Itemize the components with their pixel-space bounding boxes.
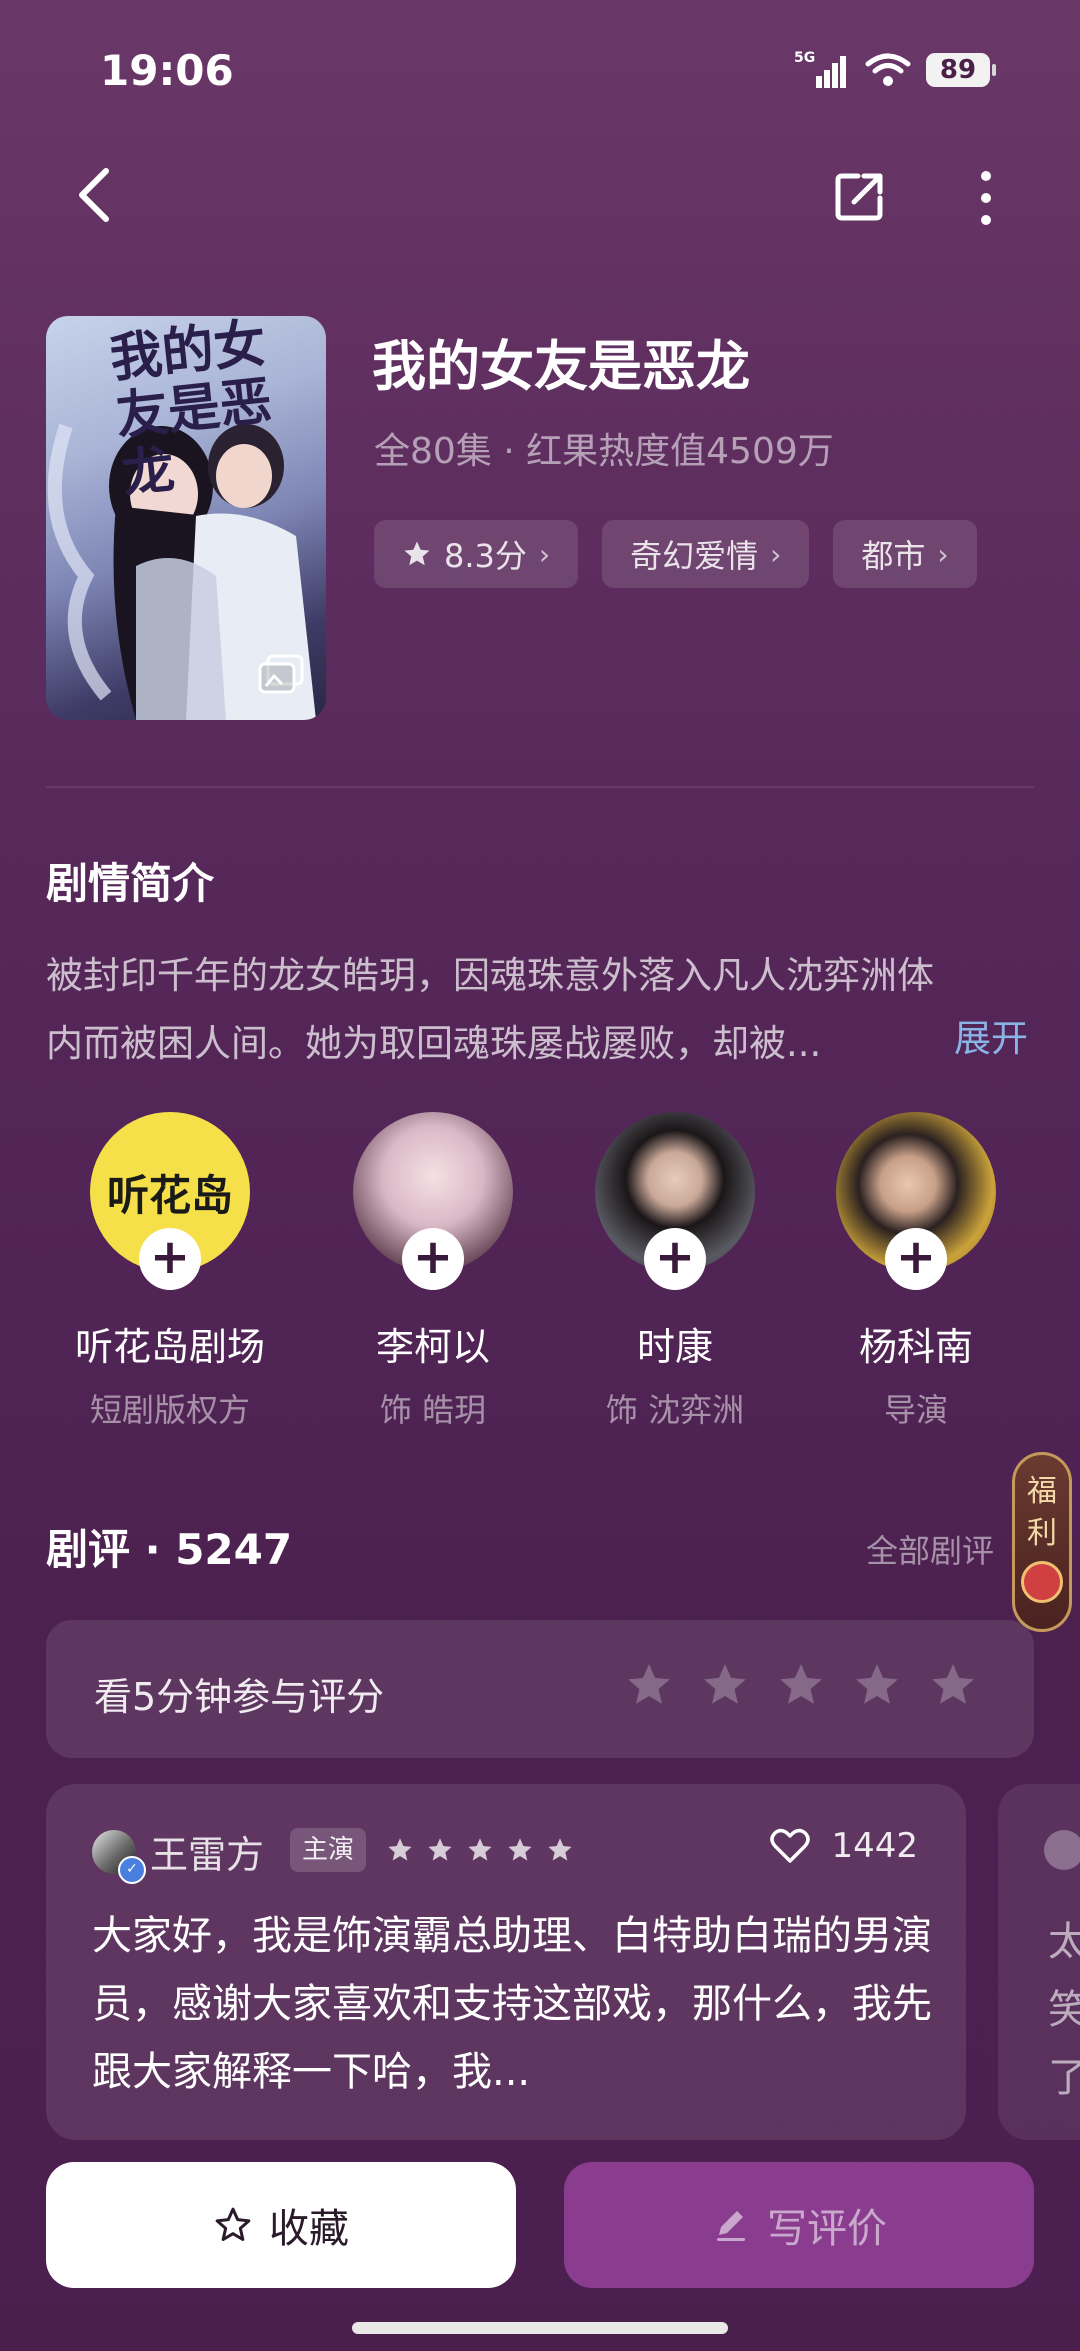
synopsis-body: 被封印千年的龙女皓玥，因魂珠意外落入凡人沈弈洲体内而被困人间。她为取回魂珠屡战屡… — [46, 954, 934, 1065]
heart-icon[interactable] — [769, 1827, 811, 1865]
star-icon — [508, 1838, 532, 1861]
poster-image[interactable]: 我的女友是恶龙 — [46, 316, 326, 720]
cast-name: 李柯以 — [375, 1325, 490, 1369]
all-reviews-link[interactable]: 全部剧评 — [866, 1526, 994, 1572]
star-outline-icon — [215, 2207, 251, 2241]
back-icon[interactable] — [70, 165, 120, 225]
cast-role: 短剧版权方 — [89, 1391, 250, 1429]
tag-rating[interactable]: 8.3分 › — [374, 520, 579, 588]
star-icon — [388, 1838, 412, 1861]
tag-category[interactable]: 都市 › — [833, 520, 977, 588]
cast-role: 饰 皓玥 — [379, 1391, 487, 1429]
divider — [46, 786, 1034, 788]
cast-role: 饰 沈弈洲 — [605, 1391, 745, 1429]
home-indicator[interactable] — [352, 2322, 728, 2334]
show-title: 我的女友是恶龙 — [372, 335, 750, 398]
synopsis-heading: 剧情简介 — [46, 859, 215, 908]
reviewer-avatar — [1044, 1830, 1080, 1870]
cast-name: 听花岛剧场 — [74, 1325, 265, 1369]
poster-title-text: 我的女友是恶龙 — [107, 316, 275, 505]
favorite-label: 收藏 — [269, 2206, 349, 2252]
review-text: 大家好，我是饰演霸总助理、白特助白瑞的男演员，感谢大家喜欢和支持这部戏，那什么，… — [92, 1913, 932, 2095]
avatar[interactable]: + — [353, 1112, 513, 1290]
follow-plus-icon[interactable]: + — [885, 1228, 947, 1290]
star-icon[interactable] — [624, 1660, 674, 1710]
write-review-button[interactable]: 写评价 — [564, 2162, 1034, 2288]
cast-name: 时康 — [636, 1325, 713, 1369]
star-icon[interactable] — [700, 1660, 750, 1710]
battery-icon: 89 — [926, 53, 996, 87]
network-type: 5G — [794, 50, 815, 66]
review-card-next[interactable]: 太笑了 — [998, 1784, 1080, 2140]
avatar[interactable]: + — [595, 1112, 755, 1290]
cast-item[interactable]: + 杨科南 导演 — [816, 1112, 1016, 1431]
review-text-preview: 太笑了 — [1048, 1919, 1080, 2101]
follow-plus-icon[interactable]: + — [139, 1228, 201, 1290]
follow-plus-icon[interactable]: + — [402, 1228, 464, 1290]
rating-stars[interactable] — [624, 1660, 978, 1710]
signal-icon: 5G — [794, 50, 846, 88]
review-card[interactable]: ✓ 王雷方 主演 1442 大家好，我是饰演霸总助理、白特助白瑞的男演员，感谢大… — [46, 1784, 966, 2140]
favorite-button[interactable]: 收藏 — [46, 2162, 516, 2288]
cast-item[interactable]: + 李柯以 饰 皓玥 — [333, 1112, 533, 1431]
star-icon — [404, 541, 430, 566]
tag-list: 8.3分 › 奇幻爱情 › 都市 › — [374, 520, 977, 588]
write-review-label: 写评价 — [767, 2206, 887, 2252]
pen-icon — [717, 2211, 745, 2241]
tag-label: 奇幻爱情 — [630, 537, 759, 575]
follow-plus-icon[interactable]: + — [644, 1228, 706, 1290]
star-icon — [548, 1838, 572, 1861]
cast-name: 杨科南 — [858, 1325, 973, 1369]
tag-genre[interactable]: 奇幻爱情 › — [602, 520, 810, 588]
chevron-right-icon: › — [538, 537, 551, 571]
welfare-label: 福利 — [1027, 1474, 1057, 1551]
wifi-icon — [865, 53, 911, 86]
gallery-icon[interactable] — [258, 654, 304, 694]
star-icon[interactable] — [852, 1660, 902, 1710]
cast-item[interactable]: + 时康 饰 沈弈洲 — [575, 1112, 775, 1431]
rating-prompt: 看5分钟参与评分 — [94, 1675, 385, 1719]
avatar[interactable]: + — [836, 1112, 996, 1290]
chevron-right-icon: › — [770, 537, 782, 571]
welfare-float-button[interactable]: 福利 — [1012, 1452, 1072, 1632]
like-button[interactable]: 1442 — [769, 1826, 918, 1866]
star-icon — [428, 1838, 452, 1861]
welfare-coin-icon — [1021, 1561, 1063, 1603]
verified-icon: ✓ — [118, 1856, 146, 1884]
rating-card[interactable]: 看5分钟参与评分 — [46, 1620, 1034, 1758]
review-stars — [386, 1836, 574, 1864]
chevron-right-icon: › — [937, 537, 949, 571]
cast-role: 导演 — [883, 1391, 948, 1429]
synopsis-text: 被封印千年的龙女皓玥，因魂珠意外落入凡人沈弈洲体内而被困人间。她为取回魂珠屡战屡… — [46, 942, 1026, 1078]
expand-link[interactable]: 展开 — [954, 1008, 1028, 1062]
like-count: 1442 — [831, 1826, 918, 1866]
share-icon[interactable] — [832, 168, 888, 224]
star-icon[interactable] — [928, 1660, 978, 1710]
studio-logo-text: 听花岛 — [106, 1170, 233, 1220]
reviews-heading: 剧评 · 5247 — [46, 1525, 293, 1574]
tag-label: 都市 — [861, 537, 926, 575]
avatar[interactable]: 听花岛 + — [90, 1112, 250, 1290]
star-icon[interactable] — [776, 1660, 826, 1710]
star-icon — [468, 1838, 492, 1861]
reviewer-name[interactable]: 王雷方 — [150, 1824, 264, 1879]
tag-label: 8.3分 — [444, 537, 527, 575]
cast-item[interactable]: 听花岛 + 听花岛剧场 短剧版权方 — [70, 1112, 270, 1431]
more-options-icon[interactable] — [968, 168, 1004, 228]
status-icons: 5G 89 — [794, 50, 996, 90]
show-meta: 全80集 · 红果热度值4509万 — [374, 431, 834, 472]
status-time: 19:06 — [100, 46, 234, 95]
role-badge: 主演 — [290, 1828, 367, 1872]
